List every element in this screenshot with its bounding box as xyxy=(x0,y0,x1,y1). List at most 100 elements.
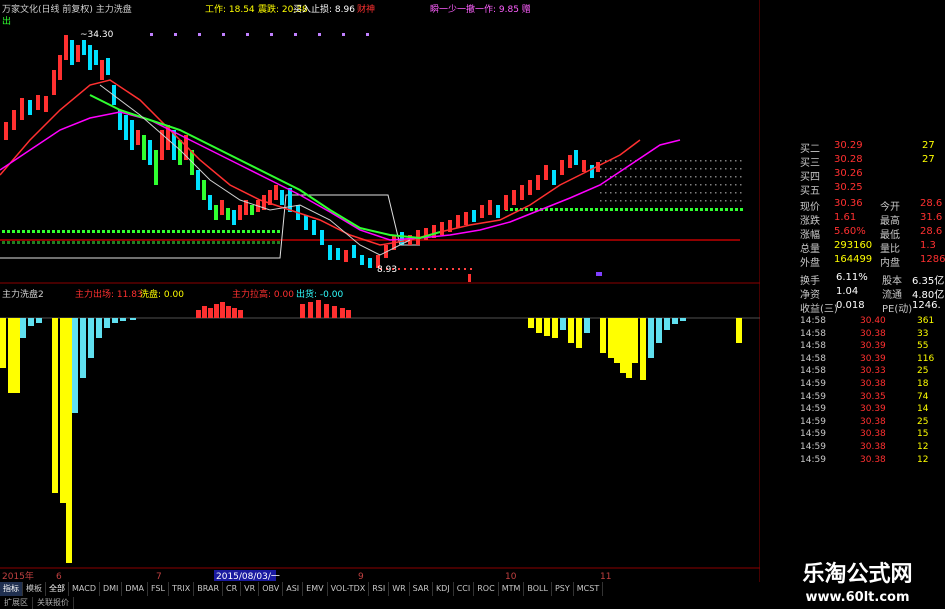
stop-dot xyxy=(47,241,50,244)
stop-dot xyxy=(595,208,598,211)
level-dot xyxy=(690,192,692,194)
red-dot xyxy=(464,268,466,270)
level-dot xyxy=(655,160,657,162)
stop-dot xyxy=(22,230,25,233)
level-dot xyxy=(645,200,647,202)
tick-time: 14:58 xyxy=(800,316,826,326)
tab-vr[interactable]: VR xyxy=(241,582,260,596)
indicator-pull-label: 主力拉高: 0.00 xyxy=(232,290,294,300)
tab-obv[interactable]: OBV xyxy=(259,582,284,596)
level-dot xyxy=(705,160,707,162)
order-book-row: 买三 30.28 27 xyxy=(762,154,945,169)
stop-dot xyxy=(152,241,155,244)
tab-brar[interactable]: BRAR xyxy=(194,582,224,596)
top-marker xyxy=(246,33,249,36)
level-dot xyxy=(640,160,642,162)
tab-sar[interactable]: SAR xyxy=(410,582,433,596)
stop-dot xyxy=(12,230,15,233)
level-dot xyxy=(645,168,647,170)
indicator-neg-bar xyxy=(28,318,34,326)
tab-roc[interactable]: ROC xyxy=(474,582,499,596)
tick-time: 14:58 xyxy=(800,366,826,377)
tab-boll[interactable]: BOLL xyxy=(524,582,552,596)
level-dot xyxy=(700,200,702,202)
stop-dot xyxy=(257,230,260,233)
stop-dot xyxy=(57,241,60,244)
stop-dot xyxy=(27,230,30,233)
candle xyxy=(106,58,110,75)
tick-price: 30.39 xyxy=(860,353,886,364)
tab-fsl[interactable]: FSL xyxy=(148,582,169,596)
level-dot xyxy=(640,168,642,170)
level-dot xyxy=(660,176,662,178)
stop-dot xyxy=(147,241,150,244)
stop-dot xyxy=(112,241,115,244)
quote-value: 12866 xyxy=(920,254,945,265)
tab-cci[interactable]: CCI xyxy=(454,582,475,596)
tab-trix[interactable]: TRIX xyxy=(169,582,195,596)
stop-dot xyxy=(67,230,70,233)
candle xyxy=(368,258,372,268)
indicator-red-bar xyxy=(316,300,321,318)
stop-dot xyxy=(157,241,160,244)
stop-dot xyxy=(690,208,693,211)
tab-dmi[interactable]: DMI xyxy=(100,582,123,596)
tab-wr[interactable]: WR xyxy=(389,582,410,596)
stop-dot xyxy=(182,241,185,244)
level-dot xyxy=(715,192,717,194)
level-dot xyxy=(680,192,682,194)
marker xyxy=(468,274,471,282)
indicator-neg-bar xyxy=(528,318,534,328)
tab-mtm[interactable]: MTM xyxy=(499,582,525,596)
level-dot xyxy=(700,176,702,178)
stop-dot xyxy=(42,230,45,233)
tab-macd[interactable]: MACD xyxy=(69,582,100,596)
tab-asi[interactable]: ASI xyxy=(283,582,304,596)
tab-vol-tdx[interactable]: VOL-TDX xyxy=(328,582,370,596)
level-dot xyxy=(710,176,712,178)
stop-dot xyxy=(670,208,673,211)
level-dot xyxy=(600,168,602,170)
tick-volume: 361 xyxy=(917,316,935,326)
red-dot xyxy=(458,268,460,270)
level-dot xyxy=(615,184,617,186)
expand-area-button[interactable]: 扩展区 xyxy=(0,597,33,609)
tab-all[interactable]: 全部 xyxy=(46,582,69,596)
stop-dot xyxy=(605,208,608,211)
tab-template[interactable]: 模板 xyxy=(23,582,46,596)
level-dot xyxy=(635,168,637,170)
tick-price: 30.38 xyxy=(860,442,886,452)
level-dot xyxy=(680,184,682,186)
level-dot xyxy=(690,168,692,170)
tick-volume: 18 xyxy=(917,379,929,389)
tab-cr[interactable]: CR xyxy=(223,582,242,596)
stop-dot xyxy=(7,230,10,233)
related-quote-button[interactable]: 关联报价 xyxy=(33,597,74,609)
indicator-out-label: 出货: -0.00 xyxy=(296,290,344,300)
stop-dot xyxy=(2,241,5,244)
tab-kdj[interactable]: KDJ xyxy=(433,582,454,596)
fundamental-row: 收益(三) 0.018 PE(动) 1246. xyxy=(762,300,945,315)
marker xyxy=(596,272,602,276)
tab-rsi[interactable]: RSI xyxy=(369,582,390,596)
stop-dot xyxy=(7,241,10,244)
tab-indicator[interactable]: 指标 xyxy=(0,582,23,596)
level-dot xyxy=(740,160,742,162)
level-dot xyxy=(715,168,717,170)
stop-dot xyxy=(510,208,513,211)
stop-dot xyxy=(277,230,280,233)
level-dot xyxy=(655,200,657,202)
stop-dot xyxy=(87,241,90,244)
candle xyxy=(250,205,254,215)
tab-psy[interactable]: PSY xyxy=(552,582,574,596)
order-label: 买四 xyxy=(800,172,820,183)
level-dot xyxy=(665,160,667,162)
tab-mcst[interactable]: MCST xyxy=(574,582,604,596)
candle xyxy=(226,208,230,220)
tab-dma[interactable]: DMA xyxy=(122,582,148,596)
tab-emv[interactable]: EMV xyxy=(303,582,328,596)
level-dot xyxy=(640,200,642,202)
stop-dot xyxy=(272,241,275,244)
level-dot xyxy=(650,200,652,202)
stop-dot xyxy=(247,241,250,244)
